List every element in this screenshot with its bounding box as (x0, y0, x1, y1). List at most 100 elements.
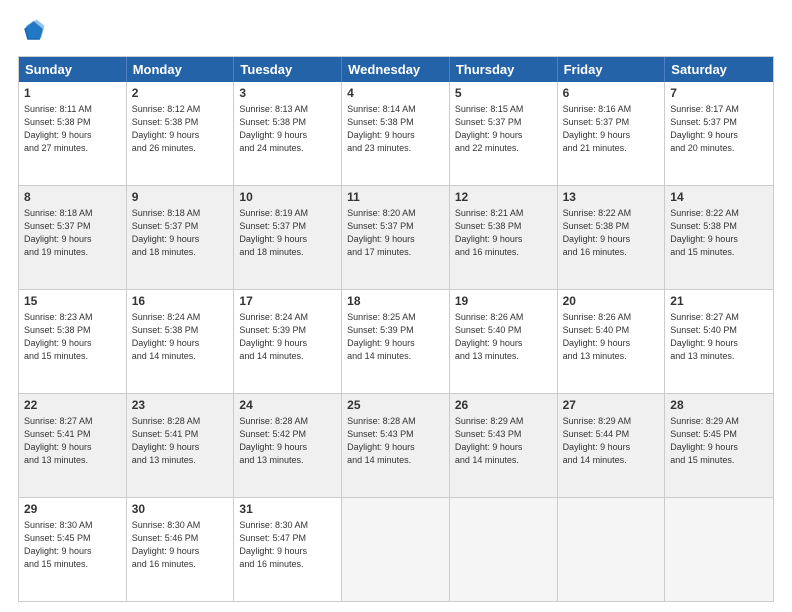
day-info: Sunrise: 8:11 AM Sunset: 5:38 PM Dayligh… (24, 103, 121, 155)
day-number: 31 (239, 501, 336, 518)
calendar-header: SundayMondayTuesdayWednesdayThursdayFrid… (19, 57, 773, 82)
calendar-day-16: 16Sunrise: 8:24 AM Sunset: 5:38 PM Dayli… (127, 290, 235, 393)
calendar-day-21: 21Sunrise: 8:27 AM Sunset: 5:40 PM Dayli… (665, 290, 773, 393)
calendar-day-11: 11Sunrise: 8:20 AM Sunset: 5:37 PM Dayli… (342, 186, 450, 289)
calendar-day-20: 20Sunrise: 8:26 AM Sunset: 5:40 PM Dayli… (558, 290, 666, 393)
day-number: 27 (563, 397, 660, 414)
calendar-week-4: 22Sunrise: 8:27 AM Sunset: 5:41 PM Dayli… (19, 393, 773, 497)
calendar-day-5: 5Sunrise: 8:15 AM Sunset: 5:37 PM Daylig… (450, 82, 558, 185)
day-number: 25 (347, 397, 444, 414)
calendar-day-13: 13Sunrise: 8:22 AM Sunset: 5:38 PM Dayli… (558, 186, 666, 289)
header-day-saturday: Saturday (665, 57, 773, 82)
calendar-week-1: 1Sunrise: 8:11 AM Sunset: 5:38 PM Daylig… (19, 82, 773, 185)
day-info: Sunrise: 8:27 AM Sunset: 5:41 PM Dayligh… (24, 415, 121, 467)
calendar-day-14: 14Sunrise: 8:22 AM Sunset: 5:38 PM Dayli… (665, 186, 773, 289)
day-info: Sunrise: 8:15 AM Sunset: 5:37 PM Dayligh… (455, 103, 552, 155)
day-info: Sunrise: 8:23 AM Sunset: 5:38 PM Dayligh… (24, 311, 121, 363)
header (18, 18, 774, 46)
logo-icon (18, 18, 46, 46)
calendar-day-22: 22Sunrise: 8:27 AM Sunset: 5:41 PM Dayli… (19, 394, 127, 497)
calendar-day-4: 4Sunrise: 8:14 AM Sunset: 5:38 PM Daylig… (342, 82, 450, 185)
day-number: 15 (24, 293, 121, 310)
header-day-friday: Friday (558, 57, 666, 82)
day-info: Sunrise: 8:12 AM Sunset: 5:38 PM Dayligh… (132, 103, 229, 155)
day-info: Sunrise: 8:25 AM Sunset: 5:39 PM Dayligh… (347, 311, 444, 363)
day-number: 26 (455, 397, 552, 414)
page: SundayMondayTuesdayWednesdayThursdayFrid… (0, 0, 792, 612)
calendar-day-empty (558, 498, 666, 601)
calendar-day-9: 9Sunrise: 8:18 AM Sunset: 5:37 PM Daylig… (127, 186, 235, 289)
day-number: 12 (455, 189, 552, 206)
day-number: 11 (347, 189, 444, 206)
day-number: 2 (132, 85, 229, 102)
day-number: 10 (239, 189, 336, 206)
day-number: 1 (24, 85, 121, 102)
day-info: Sunrise: 8:24 AM Sunset: 5:39 PM Dayligh… (239, 311, 336, 363)
calendar-day-17: 17Sunrise: 8:24 AM Sunset: 5:39 PM Dayli… (234, 290, 342, 393)
day-info: Sunrise: 8:28 AM Sunset: 5:43 PM Dayligh… (347, 415, 444, 467)
day-number: 17 (239, 293, 336, 310)
day-number: 20 (563, 293, 660, 310)
day-info: Sunrise: 8:30 AM Sunset: 5:47 PM Dayligh… (239, 519, 336, 571)
day-number: 9 (132, 189, 229, 206)
day-number: 6 (563, 85, 660, 102)
day-number: 4 (347, 85, 444, 102)
calendar-day-29: 29Sunrise: 8:30 AM Sunset: 5:45 PM Dayli… (19, 498, 127, 601)
calendar-day-19: 19Sunrise: 8:26 AM Sunset: 5:40 PM Dayli… (450, 290, 558, 393)
day-number: 22 (24, 397, 121, 414)
calendar-day-15: 15Sunrise: 8:23 AM Sunset: 5:38 PM Dayli… (19, 290, 127, 393)
day-number: 24 (239, 397, 336, 414)
header-day-thursday: Thursday (450, 57, 558, 82)
day-info: Sunrise: 8:24 AM Sunset: 5:38 PM Dayligh… (132, 311, 229, 363)
calendar-day-8: 8Sunrise: 8:18 AM Sunset: 5:37 PM Daylig… (19, 186, 127, 289)
day-info: Sunrise: 8:16 AM Sunset: 5:37 PM Dayligh… (563, 103, 660, 155)
day-info: Sunrise: 8:29 AM Sunset: 5:45 PM Dayligh… (670, 415, 768, 467)
day-info: Sunrise: 8:22 AM Sunset: 5:38 PM Dayligh… (563, 207, 660, 259)
day-info: Sunrise: 8:28 AM Sunset: 5:42 PM Dayligh… (239, 415, 336, 467)
day-info: Sunrise: 8:19 AM Sunset: 5:37 PM Dayligh… (239, 207, 336, 259)
day-info: Sunrise: 8:30 AM Sunset: 5:46 PM Dayligh… (132, 519, 229, 571)
calendar-day-18: 18Sunrise: 8:25 AM Sunset: 5:39 PM Dayli… (342, 290, 450, 393)
header-day-monday: Monday (127, 57, 235, 82)
day-number: 29 (24, 501, 121, 518)
header-day-sunday: Sunday (19, 57, 127, 82)
day-info: Sunrise: 8:13 AM Sunset: 5:38 PM Dayligh… (239, 103, 336, 155)
day-number: 18 (347, 293, 444, 310)
logo (18, 18, 50, 46)
calendar-day-empty (665, 498, 773, 601)
calendar: SundayMondayTuesdayWednesdayThursdayFrid… (18, 56, 774, 602)
calendar-week-2: 8Sunrise: 8:18 AM Sunset: 5:37 PM Daylig… (19, 185, 773, 289)
day-info: Sunrise: 8:29 AM Sunset: 5:43 PM Dayligh… (455, 415, 552, 467)
day-number: 5 (455, 85, 552, 102)
day-info: Sunrise: 8:30 AM Sunset: 5:45 PM Dayligh… (24, 519, 121, 571)
calendar-day-10: 10Sunrise: 8:19 AM Sunset: 5:37 PM Dayli… (234, 186, 342, 289)
calendar-day-7: 7Sunrise: 8:17 AM Sunset: 5:37 PM Daylig… (665, 82, 773, 185)
calendar-day-empty (450, 498, 558, 601)
day-info: Sunrise: 8:17 AM Sunset: 5:37 PM Dayligh… (670, 103, 768, 155)
calendar-week-3: 15Sunrise: 8:23 AM Sunset: 5:38 PM Dayli… (19, 289, 773, 393)
calendar-day-27: 27Sunrise: 8:29 AM Sunset: 5:44 PM Dayli… (558, 394, 666, 497)
day-number: 8 (24, 189, 121, 206)
day-info: Sunrise: 8:20 AM Sunset: 5:37 PM Dayligh… (347, 207, 444, 259)
header-day-tuesday: Tuesday (234, 57, 342, 82)
day-info: Sunrise: 8:18 AM Sunset: 5:37 PM Dayligh… (24, 207, 121, 259)
calendar-day-26: 26Sunrise: 8:29 AM Sunset: 5:43 PM Dayli… (450, 394, 558, 497)
calendar-day-30: 30Sunrise: 8:30 AM Sunset: 5:46 PM Dayli… (127, 498, 235, 601)
calendar-day-28: 28Sunrise: 8:29 AM Sunset: 5:45 PM Dayli… (665, 394, 773, 497)
day-number: 21 (670, 293, 768, 310)
day-number: 19 (455, 293, 552, 310)
calendar-day-24: 24Sunrise: 8:28 AM Sunset: 5:42 PM Dayli… (234, 394, 342, 497)
day-number: 28 (670, 397, 768, 414)
calendar-day-empty (342, 498, 450, 601)
calendar-week-5: 29Sunrise: 8:30 AM Sunset: 5:45 PM Dayli… (19, 497, 773, 601)
day-number: 30 (132, 501, 229, 518)
day-number: 7 (670, 85, 768, 102)
calendar-day-23: 23Sunrise: 8:28 AM Sunset: 5:41 PM Dayli… (127, 394, 235, 497)
calendar-day-2: 2Sunrise: 8:12 AM Sunset: 5:38 PM Daylig… (127, 82, 235, 185)
day-number: 14 (670, 189, 768, 206)
day-info: Sunrise: 8:26 AM Sunset: 5:40 PM Dayligh… (455, 311, 552, 363)
calendar-day-12: 12Sunrise: 8:21 AM Sunset: 5:38 PM Dayli… (450, 186, 558, 289)
day-number: 13 (563, 189, 660, 206)
day-info: Sunrise: 8:14 AM Sunset: 5:38 PM Dayligh… (347, 103, 444, 155)
calendar-day-6: 6Sunrise: 8:16 AM Sunset: 5:37 PM Daylig… (558, 82, 666, 185)
